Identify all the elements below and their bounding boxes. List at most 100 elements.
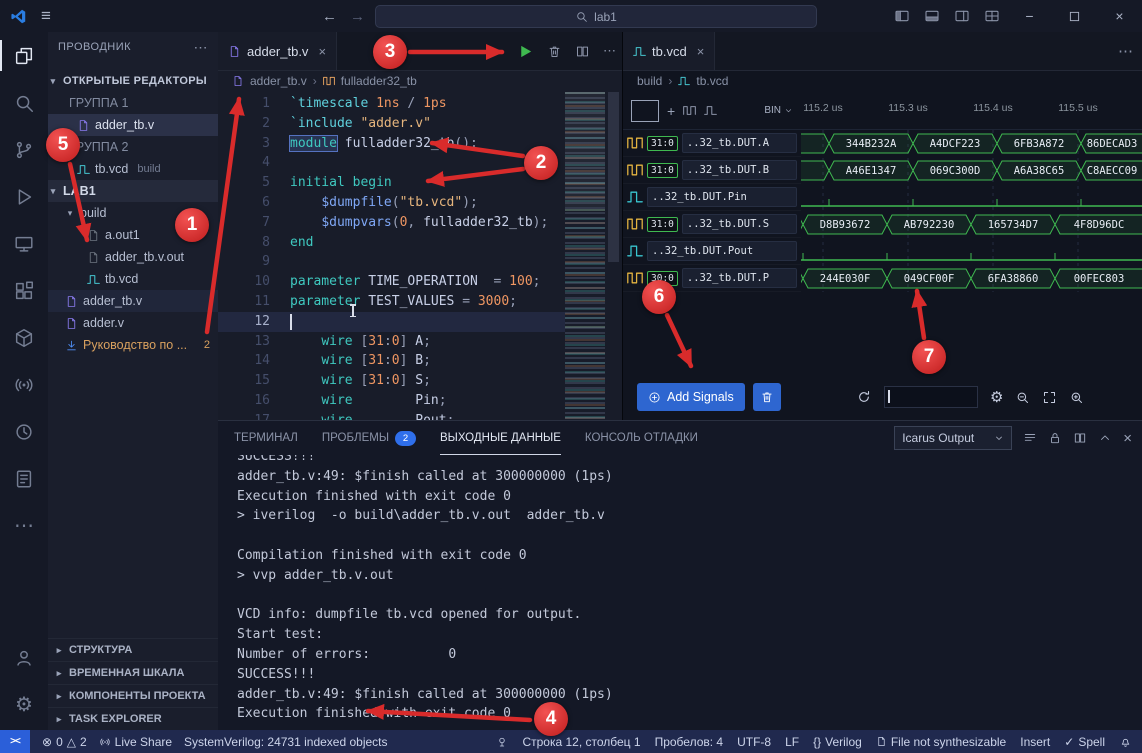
wave-prev-icon[interactable]: [683, 104, 696, 117]
code-line-6[interactable]: 6 $dumpfile("tb.vcd");: [218, 193, 565, 213]
open-editor-item-tb.vcd[interactable]: tb.vcdbuild: [48, 158, 218, 180]
code-line-15[interactable]: 15 wire [31:0] S;: [218, 371, 565, 391]
lock-icon[interactable]: [1048, 431, 1062, 445]
remote-indicator[interactable]: ><: [0, 730, 30, 753]
panel-tab-выходные-данные[interactable]: ВЫХОДНЫЕ ДАННЫЕ: [440, 421, 561, 455]
code-line-8[interactable]: 8end: [218, 233, 565, 253]
tree-item-Руководство по ...[interactable]: Руководство по ...2: [48, 334, 218, 356]
code-line-17[interactable]: 17 wire Pout;: [218, 411, 565, 420]
marker-box-icon[interactable]: [631, 100, 659, 122]
customize-layout-icon[interactable]: [977, 0, 1007, 32]
waveform-more-icon[interactable]: ⋯: [1118, 32, 1133, 70]
activity-run-debug-icon[interactable]: [0, 173, 48, 220]
minimize-button[interactable]: −: [1007, 0, 1052, 32]
code-editor[interactable]: 1`timescale 1ns / 1ps2`include "adder.v"…: [218, 92, 565, 420]
panel-tab-терминал[interactable]: ТЕРМИНАЛ: [234, 421, 298, 455]
tab-tbvcd[interactable]: tb.vcd ×: [623, 32, 715, 70]
signal-row--32-tb-DUT-P[interactable]: 30:0..32_tb.DUT.P: [623, 265, 801, 292]
signal-row--32-tb-DUT-A[interactable]: 31:0..32_tb.DUT.A: [623, 130, 801, 157]
remove-signals-button[interactable]: [753, 383, 781, 411]
timestamp-input[interactable]: [884, 386, 978, 408]
activity-remote-explorer-icon[interactable]: [0, 220, 48, 267]
zoom-out-icon[interactable]: [1015, 390, 1030, 405]
tree-item-tb.vcd[interactable]: tb.vcd: [48, 268, 218, 290]
close-panel-icon[interactable]: ×: [1123, 430, 1132, 447]
panel-tab-консоль-отладки[interactable]: КОНСОЛЬ ОТЛАДКИ: [585, 421, 698, 455]
format-select[interactable]: BIN: [764, 105, 793, 116]
activity-package-icon[interactable]: [0, 314, 48, 361]
tree-item-a.out1[interactable]: a.out1: [48, 224, 218, 246]
tree-item-build[interactable]: ▾build: [48, 202, 218, 224]
encoding-status[interactable]: UTF-8: [737, 735, 771, 749]
indentation-status[interactable]: Пробелов: 4: [655, 735, 724, 749]
eol-status[interactable]: LF: [785, 735, 799, 749]
zoom-fit-icon[interactable]: [1042, 390, 1057, 405]
breadcrumb-folder[interactable]: build: [637, 74, 662, 88]
code-line-11[interactable]: 11parameter TEST_VALUES = 3000;: [218, 292, 565, 312]
split-editor-icon[interactable]: [575, 44, 590, 59]
tab-close-icon[interactable]: ×: [318, 44, 326, 59]
waveform-canvas[interactable]: 344B232AA4DCF2236FB3A87286DECAD3A46E1347…: [801, 130, 1142, 292]
trash-icon[interactable]: [547, 44, 562, 59]
split-panel-icon[interactable]: [1073, 431, 1087, 445]
output-actions-icon[interactable]: [1023, 431, 1037, 445]
activity-search-icon[interactable]: [0, 79, 48, 126]
synthesizable-status[interactable]: File not synthesizable: [876, 735, 1006, 749]
tree-item-adder.v[interactable]: adder.v: [48, 312, 218, 334]
panel-tab-проблемы[interactable]: ПРОБЛЕМЫ2: [322, 421, 416, 455]
code-line-9[interactable]: 9: [218, 252, 565, 272]
add-signals-button[interactable]: Add Signals: [637, 383, 745, 411]
code-line-2[interactable]: 2`include "adder.v": [218, 114, 565, 134]
activity-notes-icon[interactable]: [0, 455, 48, 502]
code-line-5[interactable]: 5initial begin: [218, 173, 565, 193]
wave-next-icon[interactable]: [704, 104, 717, 117]
language-status[interactable]: {}Verilog: [813, 735, 862, 749]
tree-item-adder_tb.v[interactable]: adder_tb.v: [48, 290, 218, 312]
editor-scrollbar[interactable]: [605, 92, 622, 420]
command-search-box[interactable]: lab1: [375, 5, 817, 28]
code-line-14[interactable]: 14 wire [31:0] B;: [218, 351, 565, 371]
code-line-13[interactable]: 13 wire [31:0] A;: [218, 332, 565, 352]
section-компоненты-проекта[interactable]: ▸КОМПОНЕНТЫ ПРОЕКТА: [48, 684, 218, 707]
activity-timeline-icon[interactable]: [0, 408, 48, 455]
code-line-4[interactable]: 4: [218, 153, 565, 173]
run-button[interactable]: [517, 43, 534, 60]
breadcrumb-symbol[interactable]: fulladder32_tb: [341, 74, 417, 88]
port-icon[interactable]: [496, 736, 508, 748]
code-line-16[interactable]: 16 wire Pin;: [218, 391, 565, 411]
signal-row--32-tb-DUT-Pout[interactable]: ..32_tb.DUT.Pout: [623, 238, 801, 265]
indexer-status[interactable]: SystemVerilog: 24731 indexed objects: [184, 735, 387, 749]
output-channel-select[interactable]: Icarus Output: [894, 426, 1012, 450]
code-line-10[interactable]: 10parameter TIME_OPERATION = 100;: [218, 272, 565, 292]
insert-mode-status[interactable]: Insert: [1020, 735, 1050, 749]
nav-back-icon[interactable]: ←: [322, 0, 337, 32]
tree-root-LAB1[interactable]: ▾LAB1: [48, 180, 218, 202]
section-временная-шкала[interactable]: ▸ВРЕМЕННАЯ ШКАЛА: [48, 661, 218, 684]
tab-adder-tb[interactable]: adder_tb.v ×: [218, 32, 337, 70]
tree-item-adder_tb.v.out[interactable]: adder_tb.v.out: [48, 246, 218, 268]
activity-accounts-icon[interactable]: [0, 634, 48, 681]
notifications-bell-icon[interactable]: [1119, 735, 1132, 748]
breadcrumb-file[interactable]: tb.vcd: [696, 74, 728, 88]
signal-row--32-tb-DUT-S[interactable]: 31:0..32_tb.DUT.S: [623, 211, 801, 238]
signal-row--32-tb-DUT-Pin[interactable]: ..32_tb.DUT.Pin: [623, 184, 801, 211]
code-line-1[interactable]: 1`timescale 1ns / 1ps: [218, 94, 565, 114]
open-editor-item-adder_tb.v[interactable]: adder_tb.v: [48, 114, 218, 136]
sidebar-more-icon[interactable]: ⋯: [194, 39, 209, 56]
activity-source-control-icon[interactable]: [0, 126, 48, 173]
add-marker-icon[interactable]: +: [667, 103, 675, 119]
refresh-icon[interactable]: [856, 389, 872, 405]
toggle-sidebar-icon[interactable]: [887, 0, 917, 32]
output-console[interactable]: SUCCESS!!!adder_tb.v:49: $finish called …: [237, 447, 1138, 730]
code-line-3[interactable]: 3module fulladder32_tb();: [218, 134, 565, 154]
activity-settings-icon[interactable]: ⚙: [0, 681, 48, 728]
spell-status[interactable]: ✓Spell: [1064, 735, 1105, 749]
minimap[interactable]: [565, 92, 605, 420]
zoom-in-icon[interactable]: [1069, 390, 1084, 405]
activity-more-icon[interactable]: ⋯: [0, 502, 48, 549]
menu-icon[interactable]: ≡: [41, 6, 51, 26]
tab-close-icon[interactable]: ×: [697, 44, 705, 59]
section-task-explorer[interactable]: ▸TASK EXPLORER: [48, 707, 218, 730]
code-line-7[interactable]: 7 $dumpvars(0, fulladder32_tb);: [218, 213, 565, 233]
maximize-button[interactable]: [1052, 0, 1097, 32]
